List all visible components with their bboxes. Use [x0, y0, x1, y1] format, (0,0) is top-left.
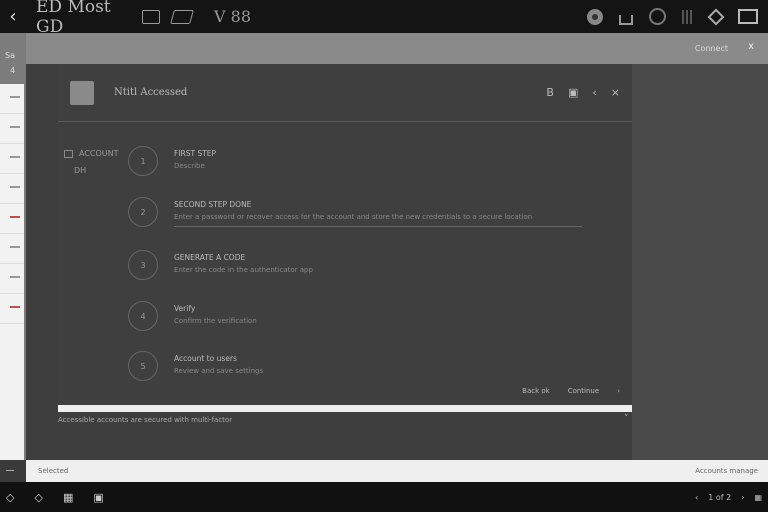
grid-icon[interactable]: ▦: [63, 491, 73, 504]
page-indicator: 1 of 2: [708, 492, 732, 502]
status-bar: Selected Accounts manage: [26, 460, 768, 482]
step-desc: Enter the code in the authenticator app: [174, 266, 313, 274]
list-item[interactable]: [0, 294, 24, 324]
status-right[interactable]: Accounts manage: [695, 467, 758, 475]
version-label: V 88: [214, 7, 251, 26]
sidebar-sublabel: 4: [10, 66, 16, 75]
grid-icon[interactable]: ▦: [754, 493, 762, 502]
home-icon[interactable]: [619, 14, 633, 25]
step-number: 4: [128, 301, 158, 331]
divider: [174, 226, 582, 227]
dialog-title: Ntitl Accessed: [114, 87, 188, 98]
step-title: FIRST STEP: [174, 149, 217, 158]
step-desc: Enter a password or recover access for t…: [174, 213, 533, 221]
step-desc: Describe: [174, 162, 205, 170]
step-title: Verify: [174, 304, 196, 313]
list-item[interactable]: [0, 204, 24, 234]
back-ok-button[interactable]: Back ok: [522, 387, 550, 395]
list-item[interactable]: [0, 174, 24, 204]
at-icon[interactable]: [649, 8, 666, 25]
dialog-header: Ntitl Accessed B ▣ ‹ ×: [58, 64, 632, 122]
close-icon[interactable]: ×: [611, 86, 620, 99]
step-title: GENERATE A CODE: [174, 253, 246, 262]
grid-icon[interactable]: [682, 9, 694, 24]
header-band: Connect x: [26, 33, 768, 64]
step-number: 1: [128, 146, 158, 176]
step-sidebar-sub: DH: [74, 166, 87, 175]
edit-icon[interactable]: [170, 9, 194, 24]
step-desc: Confirm the verification: [174, 317, 257, 325]
right-background: [632, 64, 768, 460]
step-number: 3: [128, 250, 158, 280]
avatar: [70, 80, 94, 105]
prev-icon[interactable]: ‹: [695, 493, 698, 502]
window-icon[interactable]: [142, 9, 160, 24]
info-text: Accessible accounts are secured with mul…: [58, 416, 233, 424]
frame-icon[interactable]: ▣: [93, 491, 103, 504]
step-number: 5: [128, 351, 158, 381]
list-item[interactable]: [0, 144, 24, 174]
top-toolbar: ‹ ED Most GD V 88: [0, 0, 768, 37]
checkbox[interactable]: [64, 149, 73, 158]
status-text: Connect: [694, 44, 728, 53]
list-item[interactable]: [0, 234, 24, 264]
next-icon[interactable]: ›: [617, 387, 620, 395]
close-icon[interactable]: x: [748, 41, 754, 52]
diamond-icon[interactable]: [707, 8, 725, 25]
left-list-panel: [0, 84, 24, 460]
back-icon[interactable]: ‹: [592, 86, 596, 99]
step-title: Account to users: [174, 354, 237, 363]
app-title: ED Most GD: [36, 0, 111, 37]
step-number: 2: [128, 197, 158, 227]
bookmark-icon[interactable]: B: [546, 86, 554, 99]
list-item[interactable]: [0, 84, 24, 114]
next-icon[interactable]: ›: [741, 493, 744, 502]
list-item[interactable]: [0, 114, 24, 144]
diamond-icon[interactable]: ◇: [34, 491, 42, 504]
step-sidebar-label: ACCOUNT: [79, 149, 119, 158]
step-desc: Review and save settings: [174, 367, 264, 375]
chevron-down-icon[interactable]: ˅: [624, 414, 629, 424]
bottom-toolbar: ◇ ◇ ▦ ▣ ‹ 1 of 2 › ▦: [0, 482, 768, 512]
collapse-handle[interactable]: [0, 460, 26, 482]
sidebar-label: Sa: [5, 51, 15, 60]
save-icon[interactable]: ▣: [568, 86, 578, 99]
continue-button[interactable]: Continue: [568, 387, 599, 395]
frame-icon[interactable]: [738, 9, 758, 24]
step-sidebar: ACCOUNT DH: [64, 149, 124, 175]
back-button[interactable]: ‹: [0, 6, 26, 27]
diamond-icon[interactable]: ◇: [6, 491, 14, 504]
status-left: Selected: [38, 467, 69, 475]
step-title: SECOND STEP DONE: [174, 200, 252, 209]
list-item[interactable]: [0, 264, 24, 294]
setup-dialog: Ntitl Accessed B ▣ ‹ × ACCOUNT DH 1 FIRS…: [58, 64, 632, 412]
disc-icon[interactable]: [587, 8, 603, 25]
